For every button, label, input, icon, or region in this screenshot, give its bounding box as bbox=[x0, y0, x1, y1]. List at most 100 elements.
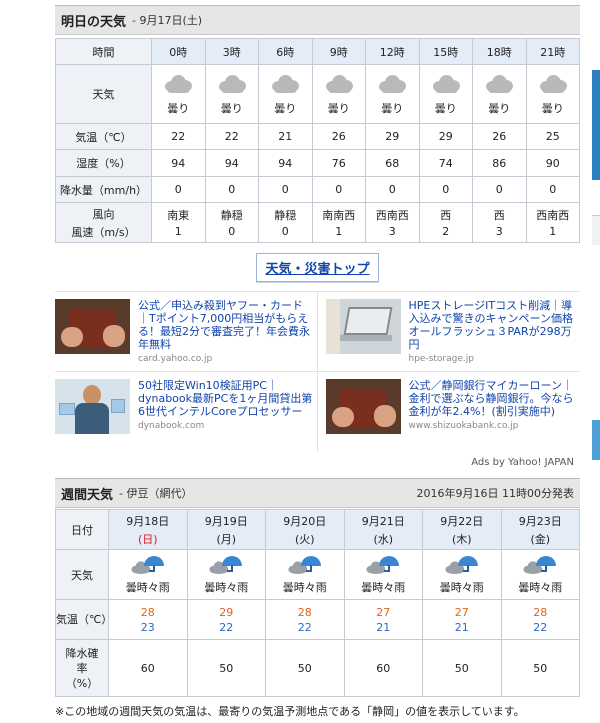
time-cell: 0時 bbox=[151, 38, 206, 65]
weekly-weather-cell: 曇時々雨 bbox=[422, 549, 502, 600]
hourly-weather-table: 時間 0時 3時 6時 9時 12時 15時 18時 21時 天気 曇り 曇り … bbox=[55, 38, 580, 243]
cloud-rain-umbrella-icon bbox=[444, 554, 480, 574]
tomorrow-title: 明日の天気 bbox=[61, 14, 127, 30]
ad-item[interactable]: 公式／申込み殺到ヤフー・カード｜Tポイント7,000円相当がもらえる！最短2分で… bbox=[55, 292, 318, 372]
temperature-cell: 22 bbox=[204, 123, 259, 150]
precip-probability-cell: 50 bbox=[186, 639, 266, 697]
precip-probability-cell: 50 bbox=[500, 639, 580, 697]
cloud-icon bbox=[538, 73, 568, 93]
high-temp: 28 bbox=[533, 605, 548, 619]
high-temp: 29 bbox=[219, 605, 234, 619]
laptop-photo[interactable] bbox=[325, 299, 401, 354]
precip-probability-cell: 50 bbox=[422, 639, 502, 697]
wind-cell: 南南西 1 bbox=[311, 202, 366, 243]
high-temp: 27 bbox=[376, 605, 391, 619]
precip-probability-cell: 60 bbox=[343, 639, 423, 697]
weekly-temp-cell: 28 23 bbox=[108, 599, 188, 640]
wallet-photo[interactable] bbox=[55, 299, 130, 354]
date-text: 9月20日 bbox=[283, 514, 327, 528]
wind-speed: 1 bbox=[174, 225, 182, 238]
ad-item[interactable]: 50社限定Win10検証用PC｜dynabook最新PCを1ヶ月間貸出第6世代イ… bbox=[55, 372, 318, 452]
temperature-label: 気温（℃） bbox=[55, 123, 152, 150]
wind-speed: 1 bbox=[549, 225, 557, 238]
wind-direction: 西 bbox=[440, 209, 452, 222]
weekly-weather-table: 日付 9月18日 (日) 9月19日 (月) 9月20日 (火) 9月21日 (水) 9… bbox=[55, 509, 580, 697]
weekly-weather-row: 天気 曇時々雨 曇時々雨 曇時々雨 曇時々雨 曇時々雨 曇時々雨 bbox=[55, 549, 580, 600]
wind-cell: 南東 1 bbox=[151, 202, 206, 243]
weekly-weather-label: 天気 bbox=[55, 549, 109, 600]
temperature-row: 気温（℃） 22 22 21 26 29 29 26 25 bbox=[55, 123, 580, 150]
temperature-cell: 26 bbox=[472, 123, 527, 150]
ad-title[interactable]: 公式／申込み殺到ヤフー・カード｜Tポイント7,000円相当がもらえる！最短2分で… bbox=[138, 299, 313, 351]
weather-cell: 曇り bbox=[525, 64, 580, 124]
time-row: 時間 0時 3時 6時 9時 12時 15時 18時 21時 bbox=[55, 38, 580, 65]
sidebar-banner-fragment[interactable] bbox=[592, 70, 600, 180]
low-temp: 23 bbox=[140, 620, 155, 634]
cloud-icon bbox=[324, 73, 354, 93]
weather-cell: 曇り bbox=[418, 64, 473, 124]
date-text: 9月18日 bbox=[126, 514, 170, 528]
weekly-temp-cell: 27 21 bbox=[422, 599, 502, 640]
precip-probability-cell: 50 bbox=[265, 639, 345, 697]
cloud-icon bbox=[270, 73, 300, 93]
date-text: 9月21日 bbox=[361, 514, 405, 528]
time-cell: 6時 bbox=[258, 38, 313, 65]
disaster-link-wrap: 天気・災害トップ bbox=[55, 243, 580, 291]
weather-text: 曇り bbox=[220, 101, 243, 115]
weekly-issued: 2016年9月16日 11時00分発表 bbox=[416, 487, 574, 500]
date-text: 9月22日 bbox=[440, 514, 484, 528]
temperature-cell: 25 bbox=[525, 123, 580, 150]
weekly-region: - 伊豆（網代） bbox=[119, 487, 193, 500]
wind-direction: 南東 bbox=[167, 209, 190, 222]
temperature-cell: 26 bbox=[311, 123, 366, 150]
disaster-top-link[interactable]: 天気・災害トップ bbox=[256, 252, 379, 282]
wind-speed: 1 bbox=[335, 225, 343, 238]
wind-speed: 3 bbox=[388, 225, 396, 238]
cloud-icon bbox=[163, 73, 193, 93]
low-temp: 21 bbox=[454, 620, 469, 634]
weather-text: 曇り bbox=[274, 101, 297, 115]
humidity-cell: 90 bbox=[525, 149, 580, 177]
humidity-cell: 94 bbox=[258, 149, 313, 177]
tomorrow-header: 明日の天気 - 9月17日(土) bbox=[55, 5, 580, 35]
precipitation-cell: 0 bbox=[204, 176, 259, 203]
wind-cell: 西南西 1 bbox=[525, 202, 580, 243]
precip-probability-row: 降水確率（%） 60 50 50 60 50 50 bbox=[55, 639, 580, 697]
woman-tablet-photo[interactable] bbox=[55, 379, 130, 434]
ad-title[interactable]: HPEストレージITコスト削減｜導入込みで驚きのキャンペーン価格オールフラッシュ… bbox=[409, 299, 577, 351]
weekly-title: 週間天気 bbox=[61, 487, 114, 503]
temperature-cell: 21 bbox=[258, 123, 313, 150]
weekly-weather-text: 曇時々雨 bbox=[439, 581, 484, 594]
humidity-label: 湿度（%） bbox=[55, 149, 152, 177]
time-cell: 21時 bbox=[525, 38, 580, 65]
weekly-temp-cell: 28 22 bbox=[265, 599, 345, 640]
weekly-weather-text: 曇時々雨 bbox=[125, 581, 170, 594]
humidity-row: 湿度（%） 94 94 94 76 68 74 86 90 bbox=[55, 149, 580, 177]
cloud-rain-umbrella-icon bbox=[287, 554, 323, 574]
date-text: 9月23日 bbox=[518, 514, 562, 528]
wind-cell: 西南西 3 bbox=[365, 202, 420, 243]
humidity-cell: 94 bbox=[204, 149, 259, 177]
weekly-temperature-row: 気温（℃） 28 23 29 22 28 22 27 21 27 21 28 22 bbox=[55, 599, 580, 640]
weather-cell: 曇り bbox=[311, 64, 366, 124]
wallet-photo[interactable] bbox=[325, 379, 401, 434]
wind-speed: 3 bbox=[495, 225, 503, 238]
weather-text: 曇り bbox=[434, 101, 457, 115]
ad-title[interactable]: 50社限定Win10検証用PC｜dynabook最新PCを1ヶ月間貸出第6世代イ… bbox=[138, 379, 313, 418]
temperature-cell: 29 bbox=[418, 123, 473, 150]
temperature-cell: 29 bbox=[365, 123, 420, 150]
temperature-cell: 22 bbox=[151, 123, 206, 150]
ad-item[interactable]: HPEストレージITコスト削減｜導入込みで驚きのキャンペーン価格オールフラッシュ… bbox=[317, 292, 580, 372]
weather-cell: 曇り bbox=[365, 64, 420, 124]
humidity-cell: 94 bbox=[151, 149, 206, 177]
weather-text: 曇り bbox=[327, 101, 350, 115]
wind-cell: 西3 bbox=[472, 202, 527, 243]
weekly-temp-cell: 28 22 bbox=[500, 599, 580, 640]
high-temp: 28 bbox=[297, 605, 312, 619]
sidebar-widget-fragment[interactable] bbox=[592, 420, 600, 460]
date-row: 日付 9月18日 (日) 9月19日 (月) 9月20日 (火) 9月21日 (水) 9… bbox=[55, 509, 580, 550]
ad-domain: hpe-storage.jp bbox=[408, 354, 474, 364]
ads-attribution[interactable]: Ads by Yahoo! JAPAN bbox=[55, 452, 580, 474]
ad-item[interactable]: 公式／静岡銀行マイカーローン｜金利で選ぶなら静岡銀行。今なら金利が年2.4%！(… bbox=[318, 372, 581, 452]
ad-title[interactable]: 公式／静岡銀行マイカーローン｜金利で選ぶなら静岡銀行。今なら金利が年2.4%！(… bbox=[409, 379, 577, 418]
